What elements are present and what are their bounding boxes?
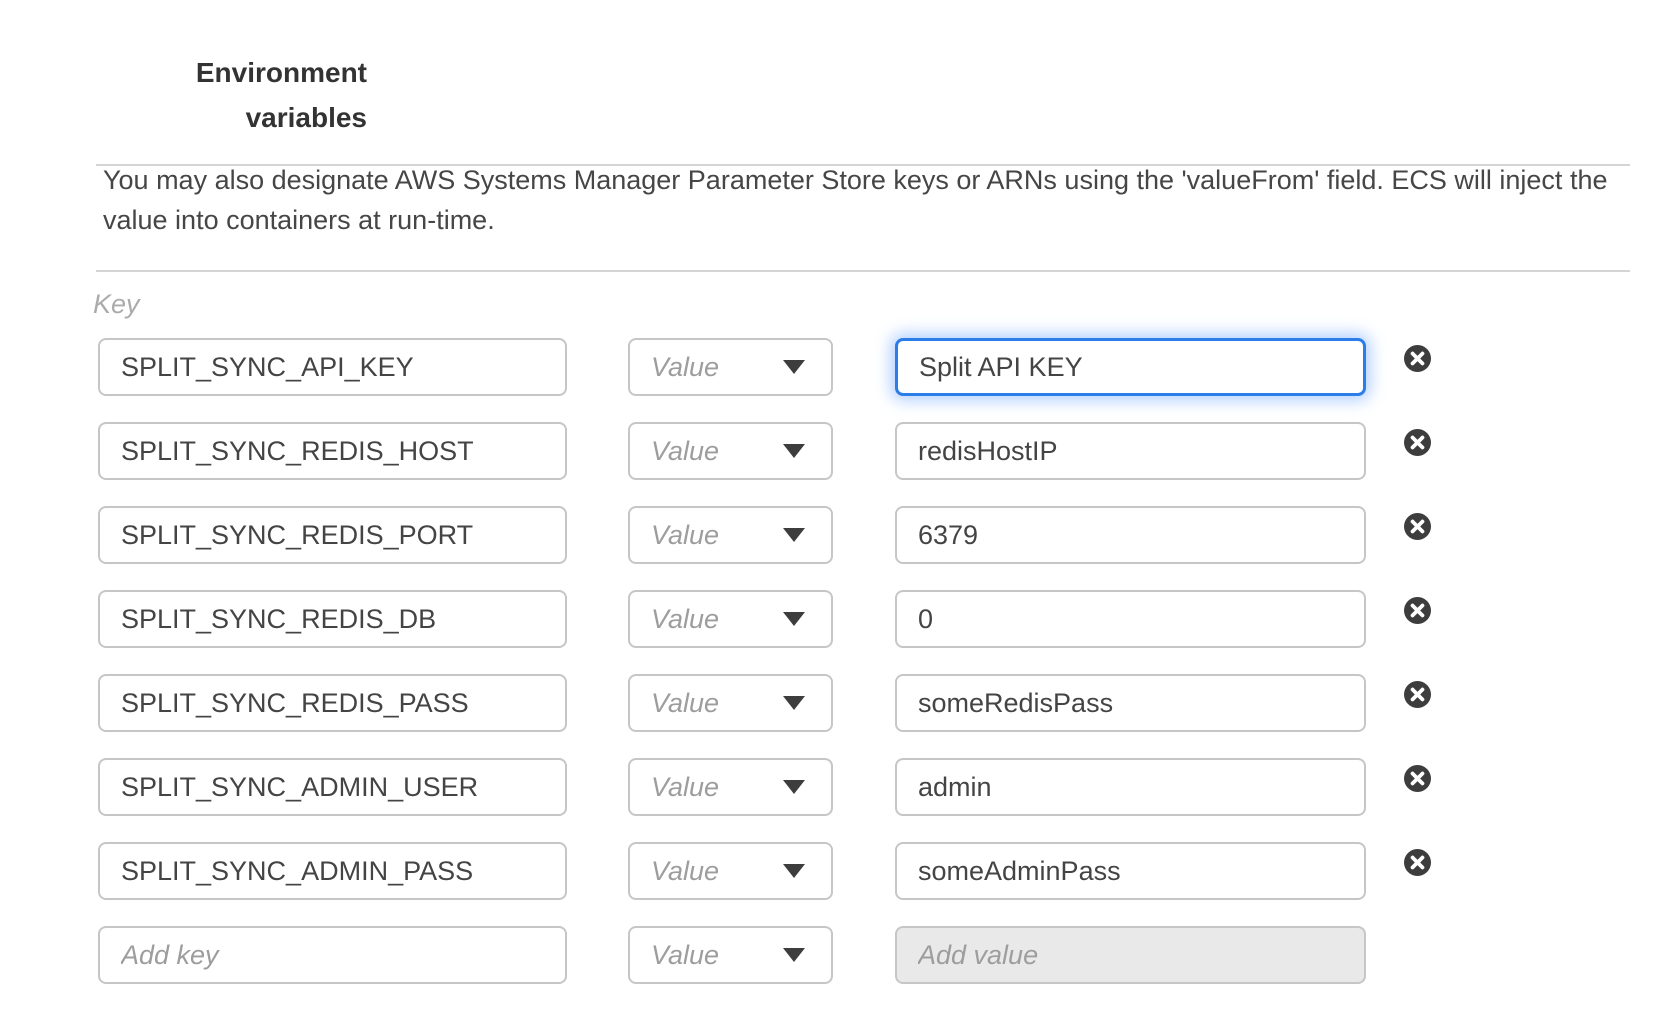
remove-icon xyxy=(1404,681,1431,708)
help-text: You may also designate AWS Systems Manag… xyxy=(103,160,1645,240)
value-type-label: Value xyxy=(651,604,719,635)
add-key-input[interactable] xyxy=(98,926,567,984)
env-var-row: Value xyxy=(98,842,1431,900)
value-type-label: Value xyxy=(651,772,719,803)
env-var-row: Value xyxy=(98,674,1431,732)
value-type-label: Value xyxy=(651,940,719,971)
value-type-select[interactable]: Value xyxy=(628,506,833,564)
env-value-input[interactable] xyxy=(895,338,1366,396)
value-type-label: Value xyxy=(651,520,719,551)
value-type-select[interactable]: Value xyxy=(628,674,833,732)
remove-variable-button[interactable] xyxy=(1404,429,1431,456)
env-value-input[interactable] xyxy=(895,674,1366,732)
chevron-down-icon xyxy=(783,360,805,374)
chevron-down-icon xyxy=(783,696,805,710)
env-var-row: Value xyxy=(98,338,1431,396)
env-key-input[interactable] xyxy=(98,506,567,564)
chevron-down-icon xyxy=(783,528,805,542)
env-var-row: Value xyxy=(98,590,1431,648)
env-value-input[interactable] xyxy=(895,758,1366,816)
remove-variable-button[interactable] xyxy=(1404,597,1431,624)
remove-icon xyxy=(1404,765,1431,792)
remove-variable-button[interactable] xyxy=(1404,513,1431,540)
chevron-down-icon xyxy=(783,780,805,794)
env-value-input[interactable] xyxy=(895,842,1366,900)
key-column-header: Key xyxy=(93,284,140,324)
env-key-input[interactable] xyxy=(98,674,567,732)
remove-icon xyxy=(1404,345,1431,372)
remove-icon xyxy=(1404,513,1431,540)
mid-divider xyxy=(96,270,1630,272)
remove-variable-button[interactable] xyxy=(1404,765,1431,792)
remove-variable-button[interactable] xyxy=(1404,681,1431,708)
env-value-input[interactable] xyxy=(895,590,1366,648)
environment-variables-label: Environment variables xyxy=(150,50,367,140)
value-type-label: Value xyxy=(651,436,719,467)
env-key-input[interactable] xyxy=(98,338,567,396)
env-key-input[interactable] xyxy=(98,590,567,648)
chevron-down-icon xyxy=(783,864,805,878)
chevron-down-icon xyxy=(783,444,805,458)
value-type-label: Value xyxy=(651,856,719,887)
chevron-down-icon xyxy=(783,612,805,626)
value-type-label: Value xyxy=(651,352,719,383)
env-var-row: Value xyxy=(98,422,1431,480)
remove-variable-button[interactable] xyxy=(1404,849,1431,876)
env-var-row: Value xyxy=(98,758,1431,816)
value-type-select[interactable]: Value xyxy=(628,758,833,816)
env-key-input[interactable] xyxy=(98,842,567,900)
add-value-input[interactable] xyxy=(895,926,1366,984)
environment-variables-label-line2: variables xyxy=(150,95,367,140)
remove-icon xyxy=(1404,429,1431,456)
value-type-select[interactable]: Value xyxy=(628,590,833,648)
env-var-rows: Value Value xyxy=(98,338,1431,984)
value-type-select[interactable]: Value xyxy=(628,842,833,900)
env-var-row: Value xyxy=(98,506,1431,564)
remove-variable-button[interactable] xyxy=(1404,345,1431,372)
remove-icon xyxy=(1404,597,1431,624)
value-type-select[interactable]: Value xyxy=(628,422,833,480)
env-value-input[interactable] xyxy=(895,506,1366,564)
value-type-select[interactable]: Value xyxy=(628,926,833,984)
env-key-input[interactable] xyxy=(98,758,567,816)
chevron-down-icon xyxy=(783,948,805,962)
remove-icon xyxy=(1404,849,1431,876)
add-env-var-row: Value xyxy=(98,926,1431,984)
value-type-label: Value xyxy=(651,688,719,719)
env-key-input[interactable] xyxy=(98,422,567,480)
env-value-input[interactable] xyxy=(895,422,1366,480)
environment-variables-label-line1: Environment xyxy=(150,50,367,95)
value-type-select[interactable]: Value xyxy=(628,338,833,396)
